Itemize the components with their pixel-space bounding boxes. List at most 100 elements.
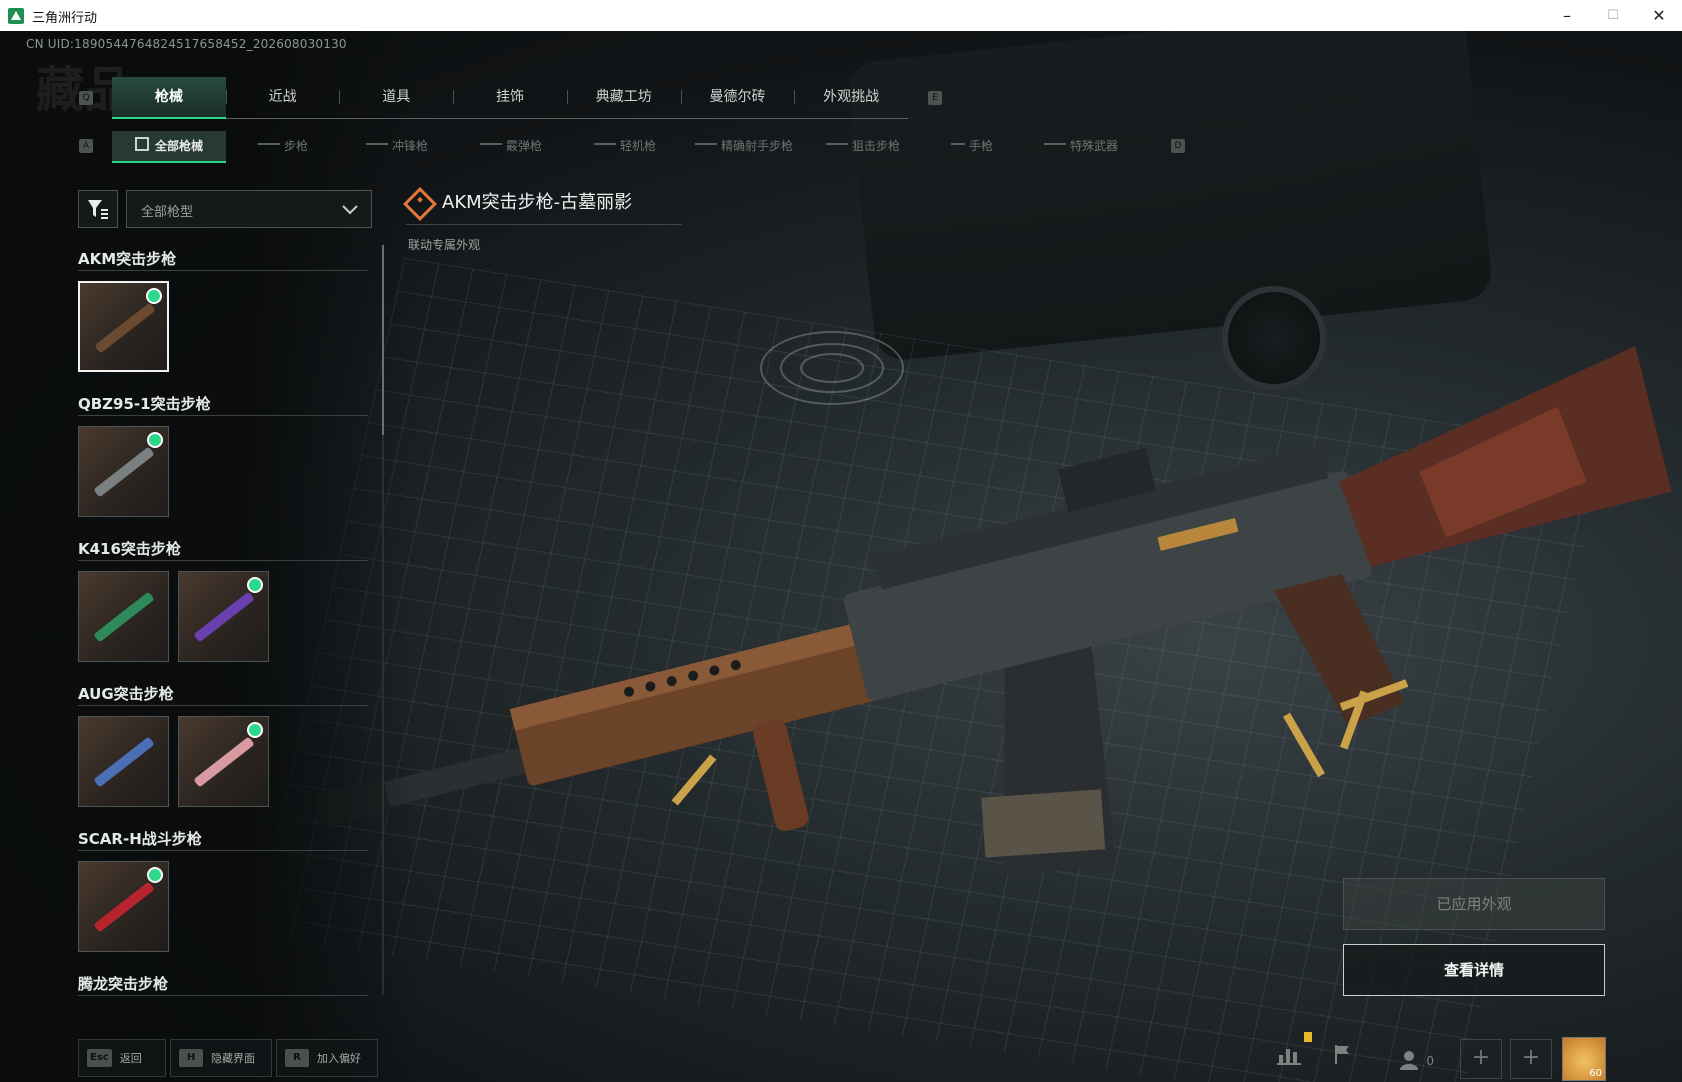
item-name: AKM突击步枪-古墓丽影 [442,192,633,213]
subtab-all-firearms[interactable]: 全部枪械 [112,131,226,163]
add-slot-button[interactable]: + [1510,1039,1552,1079]
skin-preview [93,736,155,788]
weapon-case-decor [846,31,1494,363]
list-scrollbar[interactable] [382,245,384,995]
applied-appearance-button[interactable]: 已应用外观 [1343,878,1605,930]
subtab-special[interactable]: 特殊武器 [1024,131,1138,161]
dropdown-value: 全部枪型 [141,205,194,220]
weapon-foregrip [753,720,809,831]
chevron-down-icon [342,205,358,215]
smg-icon [365,142,388,151]
filter-icon [88,200,108,219]
special-weapon-icon [1043,142,1066,151]
skin-thumbnail[interactable] [78,716,169,807]
view-details-button[interactable]: 查看详情 [1343,944,1605,996]
rarity-diamond-icon [403,187,437,221]
tab-melee[interactable]: 近战 [225,77,340,117]
equipped-indicator [148,290,160,302]
skin-preview [93,881,155,933]
skin-thumbnail[interactable] [78,861,169,952]
skin-thumbnail[interactable] [78,426,169,517]
weapon-type-dropdown[interactable]: 全部枪型 [126,190,372,228]
sniper-icon [825,142,848,151]
esc-key: Esc [87,1049,112,1067]
category-title: K416突击步枪 [78,538,368,561]
tab-workshop[interactable]: 典藏工坊 [566,77,681,117]
hide-ui-hint[interactable]: H 隐藏界面 [170,1039,272,1077]
r-key: R [285,1049,309,1067]
player-avatar[interactable]: 60 [1562,1037,1606,1081]
app-icon [8,8,24,24]
skin-thumbnail[interactable] [78,281,169,372]
add-slot-button[interactable]: + [1460,1039,1502,1079]
notification-badge [1304,1032,1312,1042]
lmg-icon [593,142,616,151]
equipped-indicator [249,579,261,591]
equipped-indicator [149,869,161,881]
prev-subtab-key[interactable]: A [79,139,93,153]
subtab-rifle[interactable]: 步枪 [226,131,340,161]
category-title: QBZ95-1突击步枪 [78,393,368,416]
rifle-icon [257,142,280,151]
skin-row [78,281,368,373]
maximize-button[interactable]: ☐ [1590,0,1636,31]
weapon-pistol-grip [1273,573,1405,727]
pistol-icon [950,142,965,151]
flag-icon[interactable] [1324,1039,1362,1077]
skin-row [78,716,368,808]
tab-mandel-brick[interactable]: 曼德尔砖 [680,77,795,117]
weapon-model-view[interactable] [290,330,1680,890]
skin-preview [93,591,155,643]
tab-firearms[interactable]: 枪械 [112,77,226,119]
subtab-sniper[interactable]: 狙击步枪 [806,131,920,161]
avatar-level: 60 [1589,1068,1602,1079]
skin-thumbnail[interactable] [178,571,269,662]
tab-items[interactable]: 道具 [339,77,453,117]
category-title: AKM突击步枪 [78,248,368,271]
skin-row [78,426,368,518]
equipped-indicator [249,724,261,736]
friends-icon [1400,1050,1418,1070]
subtab-smg[interactable]: 冲锋枪 [340,131,454,161]
next-tab-key[interactable]: E [928,91,942,105]
add-preference-hint[interactable]: R 加入偏好 [276,1039,378,1077]
skin-row [78,861,368,953]
next-subtab-key[interactable]: D [1171,139,1185,153]
stats-icon[interactable] [1270,1039,1308,1077]
h-key: H [179,1049,203,1067]
skin-thumbnail[interactable] [178,716,269,807]
dmr-icon [694,142,717,151]
weapon-skin-list: AKM突击步枪 QBZ95-1突击步枪 K416突击步枪 AUG突击步枪 SCAR-H战… [78,248,368,1006]
category-title: SCAR-H战斗步枪 [78,828,368,851]
close-button[interactable]: ✕ [1636,0,1682,31]
weapon-mag-wrap [981,789,1106,858]
player-uid: CN UID:1890544764824517658452_2026080301… [26,37,347,51]
shotgun-icon [479,142,502,151]
subtab-shotgun[interactable]: 霰弹枪 [454,131,568,161]
main-tab-bar: 枪械 近战 道具 挂饰 典藏工坊 曼德尔砖 外观挑战 [112,77,908,119]
skin-preview [193,736,255,788]
window-titlebar: 三角洲行动 – ☐ ✕ [0,0,1682,32]
tab-appearance-challenge[interactable]: 外观挑战 [794,77,908,117]
subtab-dmr[interactable]: 精确射手步枪 [682,131,806,161]
item-tag: 联动专属外观 [408,238,481,252]
skin-preview [93,446,155,498]
skin-thumbnail[interactable] [78,571,169,662]
friends-count: 0 [1426,1054,1434,1068]
filter-button[interactable] [78,190,118,228]
subtab-pistol[interactable]: 手枪 [920,131,1024,161]
back-hint[interactable]: Esc 返回 [78,1039,166,1077]
grid-icon [134,137,149,151]
subtab-lmg[interactable]: 轻机枪 [568,131,682,161]
tab-charms[interactable]: 挂饰 [453,77,567,117]
sub-tab-bar: 全部枪械 步枪 冲锋枪 霰弹枪 轻机枪 精确射手步枪 狙击步枪 手枪 特殊武器 [112,131,1172,163]
equipped-indicator [149,434,161,446]
item-header: AKM突击步枪-古墓丽影 [403,184,682,225]
window-title: 三角洲行动 [32,11,98,26]
skin-row [78,571,368,663]
category-title: AUG突击步枪 [78,683,368,706]
friends-button[interactable]: 0 [1386,1039,1446,1077]
minimize-button[interactable]: – [1544,0,1590,31]
prev-tab-key[interactable]: Q [79,91,93,105]
scrollbar-thumb[interactable] [382,245,384,435]
